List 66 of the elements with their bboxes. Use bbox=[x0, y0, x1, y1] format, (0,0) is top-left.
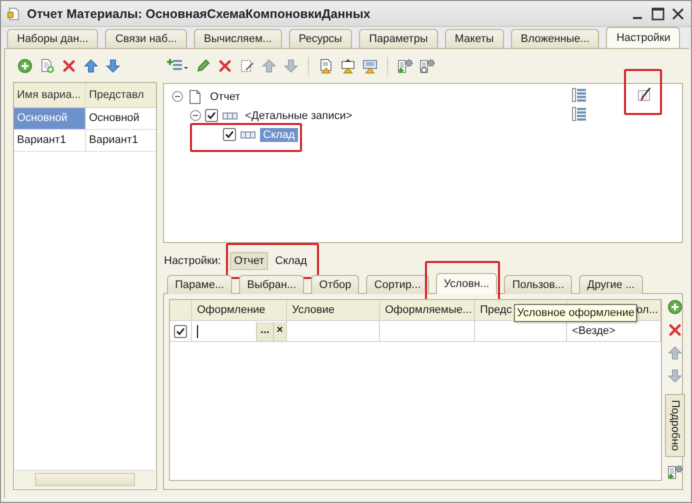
document-icon[interactable] bbox=[318, 58, 334, 74]
document-icon bbox=[187, 88, 203, 104]
arrow-up-icon[interactable] bbox=[261, 58, 277, 74]
input-field[interactable]: ... × bbox=[192, 321, 287, 341]
properties-icon[interactable] bbox=[239, 58, 255, 74]
window-title: Отчет Материалы: ОсновнаяСхемаКомпоновкиДанных bbox=[27, 6, 372, 20]
tooltip: Условное оформление bbox=[514, 304, 638, 322]
column-header[interactable]: Условие bbox=[287, 300, 380, 320]
tab[interactable]: Связи наб... bbox=[105, 29, 187, 48]
tab[interactable]: Настройки bbox=[606, 27, 680, 48]
arrow-up-icon[interactable] bbox=[83, 58, 99, 74]
tree-item[interactable]: Отчет bbox=[207, 90, 244, 104]
tab[interactable]: Другие ... bbox=[579, 275, 643, 294]
tab[interactable]: Отбор bbox=[311, 275, 360, 294]
tab[interactable]: Ресурсы bbox=[288, 29, 352, 48]
checkbox[interactable] bbox=[205, 109, 218, 122]
arrow-down-icon[interactable] bbox=[667, 368, 683, 384]
clear-button[interactable]: × bbox=[272, 322, 286, 340]
tree-item[interactable]: <Детальные записи> bbox=[242, 108, 356, 122]
tab[interactable]: Параме... bbox=[167, 275, 232, 294]
gear-icon[interactable] bbox=[397, 58, 413, 74]
document-icon[interactable] bbox=[340, 58, 356, 74]
settings-label: Настройки: bbox=[164, 255, 221, 267]
horizontal-scrollbar[interactable] bbox=[15, 470, 155, 488]
tab[interactable]: Макеты bbox=[444, 29, 504, 48]
checkbox[interactable] bbox=[174, 324, 187, 338]
arrow-down-icon[interactable] bbox=[283, 58, 299, 74]
collapse-icon[interactable] bbox=[172, 91, 183, 102]
choice-button[interactable]: ... bbox=[256, 322, 273, 340]
table-cell[interactable]: Вариант1 bbox=[14, 130, 86, 151]
table-cell[interactable]: Основной bbox=[86, 108, 148, 129]
gear-icon[interactable] bbox=[667, 464, 683, 480]
delete-icon[interactable] bbox=[217, 58, 233, 74]
tab[interactable]: Наборы дан... bbox=[7, 29, 98, 48]
arrow-down-icon[interactable] bbox=[105, 58, 121, 74]
checkbox[interactable] bbox=[223, 128, 236, 141]
tab[interactable]: Вложенные... bbox=[510, 29, 600, 48]
arrow-up-icon[interactable] bbox=[667, 345, 683, 361]
toggle-button[interactable]: Склад bbox=[271, 252, 311, 270]
tab[interactable]: Пользов... bbox=[504, 275, 572, 294]
collapse-icon[interactable] bbox=[190, 110, 201, 121]
copy-icon[interactable] bbox=[39, 58, 55, 74]
maximize-button[interactable] bbox=[651, 6, 665, 20]
delete-icon[interactable] bbox=[61, 58, 77, 74]
delete-icon[interactable] bbox=[667, 322, 683, 338]
tab[interactable]: Параметры bbox=[359, 29, 438, 48]
pencil-icon[interactable] bbox=[195, 58, 211, 74]
tab[interactable]: Вычисляем... bbox=[194, 29, 282, 48]
table-icon[interactable] bbox=[571, 106, 587, 122]
table-icon[interactable] bbox=[571, 87, 587, 103]
column-header[interactable]: Оформляемые... bbox=[380, 300, 475, 320]
conditional-format-icon[interactable] bbox=[636, 87, 652, 103]
add-icon[interactable] bbox=[667, 299, 683, 315]
table-cell[interactable]: Вариант1 bbox=[86, 130, 148, 151]
details-button[interactable]: Подробно bbox=[665, 394, 685, 457]
toggle-button[interactable]: Отчет bbox=[230, 252, 268, 270]
gear-icon[interactable] bbox=[419, 58, 435, 74]
column-header[interactable]: Оформление bbox=[192, 300, 287, 320]
close-button[interactable] bbox=[671, 6, 685, 20]
tab[interactable]: Сортир... bbox=[366, 275, 429, 294]
column-header[interactable]: Имя вариа... bbox=[14, 83, 86, 107]
document-icon bbox=[7, 6, 21, 22]
column-header[interactable]: Представл bbox=[86, 83, 148, 107]
tab[interactable]: Выбран... bbox=[239, 275, 304, 294]
add-icon[interactable] bbox=[17, 58, 33, 74]
tab[interactable]: Условн... bbox=[436, 273, 498, 294]
